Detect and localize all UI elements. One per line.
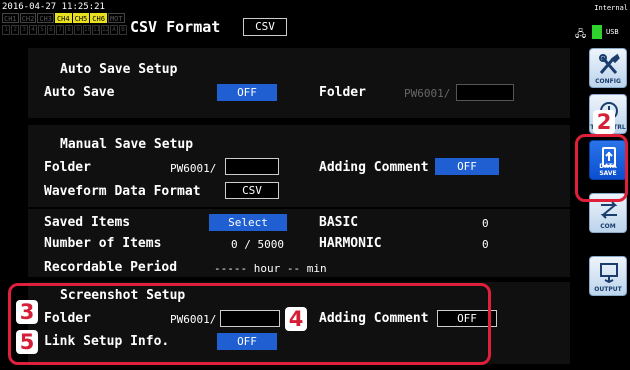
wiring-indicator: 11 [92,25,101,35]
recordable-period-value: ----- hour -- min [214,262,327,275]
wiring-indicator: 10 [83,25,92,35]
storage-label: Internal [594,4,628,12]
wiring-indicator: 8 [65,25,73,35]
channel-indicators: CH1 CH2 CH3 CH4 CH5 CH6 MOT [2,13,125,23]
auto-save-folder-label: Folder [319,85,366,100]
manual-save-folder-input[interactable] [225,158,279,175]
wiring-indicator: 7 [56,25,64,35]
callout-badge-2: 2 [593,110,615,134]
auto-save-folder-path: PW6001/ [404,87,451,100]
channel-indicator: CH5 [72,13,90,23]
wiring-indicator: 2 [11,25,19,35]
waveform-format-label: Waveform Data Format [44,184,201,199]
channel-indicator: CH2 [19,13,37,23]
manual-save-folder-label: Folder [44,160,91,175]
callout-badge-5: 5 [16,330,38,354]
page-title: CSV Format [130,18,221,36]
screen: 2016-04-27 11:25:21 CH1 CH2 CH3 CH4 CH5 … [0,0,630,370]
auto-save-label: Auto Save [44,85,115,100]
output-icon [600,263,618,284]
wrench-screwdriver-icon [599,53,620,74]
usb-status-icon [592,25,602,39]
menu-com-label: COM [600,223,616,230]
datetime: 2016-04-27 11:25:21 [2,2,105,12]
wiring-indicator: 1 [2,25,10,35]
manual-comment-toggle[interactable]: OFF [435,158,499,175]
section-heading: Auto Save Setup [60,62,178,77]
wiring-indicator: B [119,25,127,35]
callout-badge-3: 3 [16,300,38,324]
recordable-period-label: Recordable Period [44,260,178,275]
section-heading: Manual Save Setup [60,137,194,152]
harmonic-label: HARMONIC [319,236,382,251]
screenshot-setup-highlight [8,283,491,365]
channel-indicator: CH1 [2,13,19,23]
data-save-highlight [575,134,628,202]
waveform-format-dropdown[interactable]: CSV [225,182,279,199]
number-of-items-value: 0 / 5000 [231,238,284,251]
wiring-indicator: A [110,25,118,35]
channel-indicator: CH4 [54,13,72,23]
menu-output-label: OUTPUT [594,286,622,293]
channel-indicator: MOT [107,13,125,23]
auto-save-folder-input[interactable] [456,84,514,101]
auto-save-toggle[interactable]: OFF [217,84,277,101]
channel-indicator: CH3 [37,13,54,23]
manual-save-panel: Manual Save Setup Folder PW6001/ Adding … [28,125,570,207]
manual-comment-label: Adding Comment [319,160,429,175]
status-bar: 2016-04-27 11:25:21 CH1 CH2 CH3 CH4 CH5 … [0,0,566,44]
wiring-indicators: 1 2 3 4 5 6 7 8 9 10 11 12 A B [2,25,127,35]
wiring-indicator: 5 [38,25,46,35]
menu-config-label: CONFIG [595,78,621,85]
number-of-items-label: Number of Items [44,236,162,251]
network-icon: 🖧 [575,29,587,40]
wiring-indicator: 4 [29,25,37,35]
basic-count: 0 [482,217,489,230]
usb-label: USB [606,28,619,36]
manual-save-folder-path: PW6001/ [170,162,217,175]
auto-save-panel: Auto Save Setup Auto Save OFF Folder PW6… [28,48,570,118]
channel-indicator: CH6 [90,13,107,23]
saved-items-panel: Saved Items Select BASIC 0 Number of Ite… [28,209,570,277]
wiring-indicator: 6 [47,25,55,35]
callout-badge-4: 4 [285,307,307,331]
wiring-indicator: 12 [101,25,110,35]
storage-indicator: Internal [588,4,628,12]
menu-output-button[interactable]: OUTPUT [589,256,627,296]
basic-label: BASIC [319,215,359,230]
saved-items-label: Saved Items [44,215,131,230]
saved-items-select-button[interactable]: Select [209,214,287,231]
menu-config-button[interactable]: CONFIG [589,48,627,88]
wiring-indicator: 3 [20,25,28,35]
format-dropdown[interactable]: CSV [243,18,287,36]
wiring-indicator: 9 [74,25,82,35]
harmonic-count: 0 [482,238,489,251]
